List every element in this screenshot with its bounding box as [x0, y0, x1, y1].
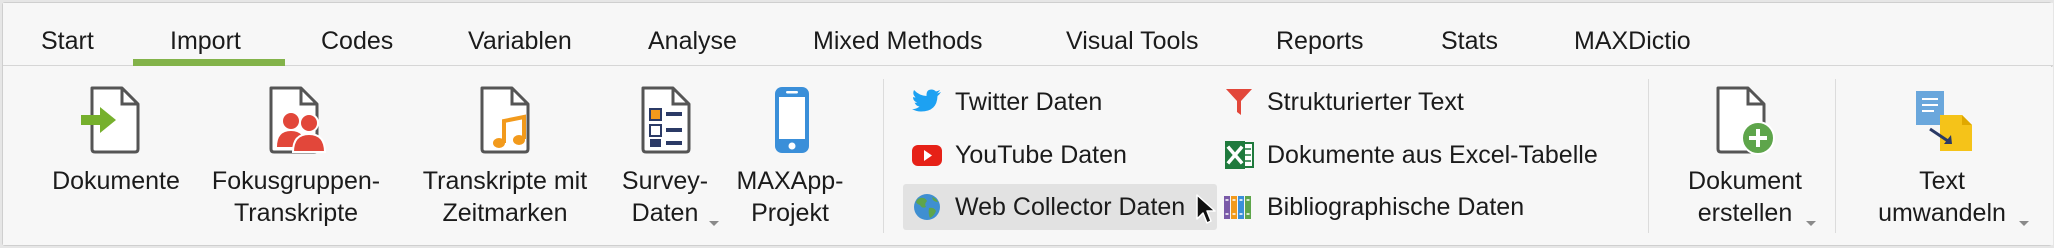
survey-label-line2: Daten: [631, 199, 699, 227]
globe-icon: [914, 194, 940, 220]
transkripte-label-line1: Transkripte mit: [422, 167, 588, 195]
mobile-phone-icon: [775, 87, 809, 153]
text-umwandeln-dropdown-arrow-icon[interactable]: [2019, 221, 2029, 226]
focus-group-document-icon: [269, 86, 327, 154]
text-umwandeln-label: Text umwandeln: [1851, 165, 2033, 229]
fokusgruppen-label-line1: Fokusgruppen-: [211, 167, 381, 195]
maxapp-label: MAXApp- Projekt: [725, 165, 855, 229]
tab-visual-tools[interactable]: Visual Tools: [1066, 25, 1199, 57]
dokumente-aus-excel-label: Dokumente aus Excel-Tabelle: [1267, 141, 1598, 169]
fokusgruppen-label-line2: Transkripte: [233, 199, 359, 227]
fokusgruppen-label: Fokusgruppen- Transkripte: [211, 165, 381, 229]
fokusgruppen-transkripte-button[interactable]: Fokusgruppen- Transkripte: [211, 67, 381, 245]
tab-start[interactable]: Start: [41, 25, 94, 57]
youtube-play-icon: [912, 145, 942, 166]
ribbon-separator: [1648, 79, 1649, 233]
transkripte-label: Transkripte mit Zeitmarken: [415, 165, 595, 229]
dokument-erstellen-label: Dokument erstellen: [1665, 165, 1825, 229]
dokument-erstellen-label-line2: erstellen: [1697, 199, 1793, 227]
text-umwandeln-label-line1: Text: [1919, 167, 1965, 195]
import-ribbon: Dokumente Fokusgruppen- Transkripte Tran…: [3, 67, 2053, 245]
audio-transcript-icon: [480, 86, 530, 154]
survey-dropdown-arrow-icon[interactable]: [709, 221, 719, 226]
tab-analyse[interactable]: Analyse: [648, 25, 737, 57]
tab-import[interactable]: Import: [170, 25, 241, 57]
text-umwandeln-label-line2: umwandeln: [1878, 199, 2006, 227]
document-add-icon: [1716, 86, 1775, 155]
youtube-daten-button[interactable]: YouTube Daten: [903, 132, 1127, 178]
text-convert-icon: [1916, 91, 1972, 151]
dokument-erstellen-dropdown-arrow-icon[interactable]: [1806, 221, 1816, 226]
bibliographische-daten-label: Bibliographische Daten: [1267, 193, 1525, 221]
tab-reports[interactable]: Reports: [1276, 25, 1364, 57]
maxapp-projekt-button[interactable]: MAXApp- Projekt: [725, 67, 855, 245]
web-collector-daten-label: Web Collector Daten: [955, 193, 1186, 221]
dokumente-aus-excel-button[interactable]: Dokumente aus Excel-Tabelle: [1215, 132, 1598, 178]
dokument-erstellen-button[interactable]: Dokument erstellen: [1665, 67, 1825, 245]
survey-data-icon: [641, 86, 691, 154]
maxapp-label-line2: Projekt: [751, 199, 829, 227]
twitter-bird-icon: [912, 89, 941, 112]
transkripte-label-line2: Zeitmarken: [442, 199, 568, 227]
survey-daten-button[interactable]: Survey- Daten: [611, 67, 719, 245]
tab-mixed-methods[interactable]: Mixed Methods: [813, 25, 983, 57]
excel-icon: [1225, 141, 1254, 169]
transkripte-zeitmarken-button[interactable]: Transkripte mit Zeitmarken: [415, 67, 595, 245]
document-import-icon: [81, 86, 140, 154]
web-collector-daten-button[interactable]: Web Collector Daten: [903, 184, 1217, 230]
tab-variablen[interactable]: Variablen: [468, 25, 572, 57]
survey-label-line1: Survey-: [621, 167, 709, 195]
dokumente-button[interactable]: Dokumente: [31, 67, 201, 245]
text-umwandeln-button[interactable]: Text umwandeln: [1851, 67, 2033, 245]
mouse-pointer-icon: [1196, 194, 1216, 224]
strukturierter-text-label: Strukturierter Text: [1267, 88, 1464, 116]
maxapp-label-line1: MAXApp-: [736, 167, 844, 195]
dokumente-label-line1: Dokumente: [52, 167, 180, 195]
bibliographische-daten-button[interactable]: Bibliographische Daten: [1215, 184, 1524, 230]
app-window: Start Import Codes Variablen Analyse Mix…: [2, 2, 2053, 246]
tab-stats[interactable]: Stats: [1441, 25, 1498, 57]
books-icon: [1224, 196, 1251, 219]
survey-label: Survey- Daten: [611, 165, 719, 229]
twitter-daten-label: Twitter Daten: [955, 88, 1103, 116]
twitter-daten-button[interactable]: Twitter Daten: [903, 79, 1102, 125]
dokumente-label: Dokumente: [31, 165, 201, 197]
tab-codes[interactable]: Codes: [321, 25, 393, 57]
strukturierter-text-button[interactable]: Strukturierter Text: [1215, 79, 1464, 125]
ribbon-tab-bar: Start Import Codes Variablen Analyse Mix…: [3, 3, 2053, 66]
ribbon-separator: [883, 79, 884, 233]
ribbon-separator: [1835, 79, 1836, 233]
red-funnel-icon: [1226, 89, 1252, 115]
dokument-erstellen-label-line1: Dokument: [1688, 167, 1802, 195]
selected-tab-indicator: [133, 59, 285, 66]
youtube-daten-label: YouTube Daten: [955, 141, 1127, 169]
tab-maxdictio[interactable]: MAXDictio: [1574, 25, 1691, 57]
